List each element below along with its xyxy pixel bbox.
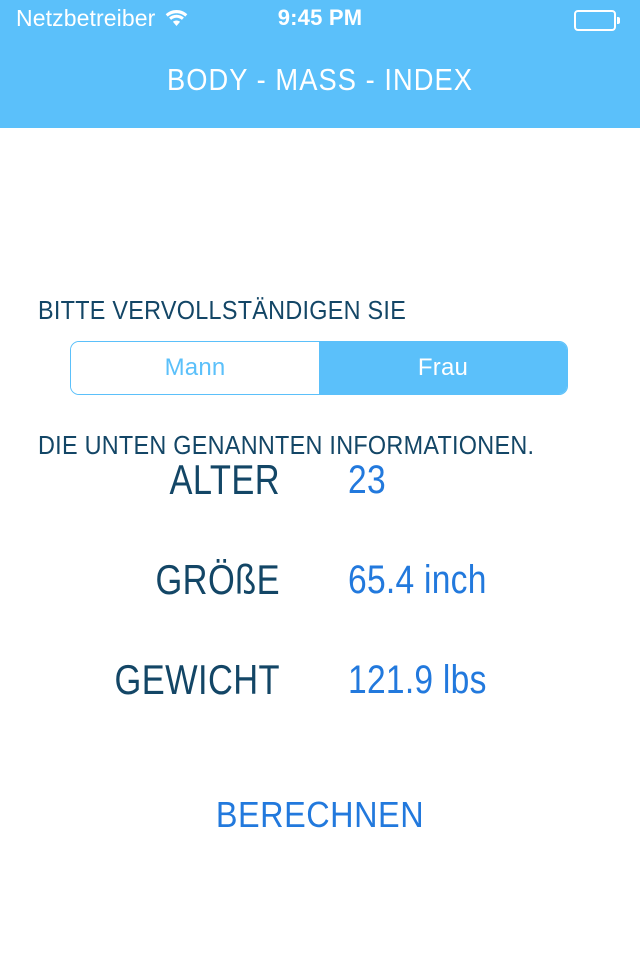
field-value-age[interactable]: 23 xyxy=(348,449,386,511)
status-bar: Netzbetreiber 9:45 PM xyxy=(0,0,640,38)
field-label-age: ALTER xyxy=(169,456,280,503)
field-row-age[interactable]: ALTER 23 xyxy=(0,449,640,511)
field-value-weight[interactable]: 121.9 lbs xyxy=(348,649,487,711)
gender-option-frau[interactable]: Frau xyxy=(319,342,567,394)
field-value-height[interactable]: 65.4 inch xyxy=(348,549,487,611)
battery-icon xyxy=(574,10,620,31)
instructions-line-1: BITTE VERVOLLSTÄNDIGEN SIE xyxy=(38,295,407,325)
calculate-button[interactable]: BERECHNEN xyxy=(32,793,608,837)
field-row-height[interactable]: GRÖßE 65.4 inch xyxy=(0,549,640,611)
battery-body xyxy=(574,10,616,31)
app-header: Netzbetreiber 9:45 PM BODY - MASS - INDE… xyxy=(0,0,640,128)
gender-segmented-control[interactable]: Mann Frau xyxy=(70,341,568,395)
field-row-weight[interactable]: GEWICHT 121.9 lbs xyxy=(0,649,640,711)
gender-option-mann[interactable]: Mann xyxy=(71,342,319,394)
field-label-weight: GEWICHT xyxy=(114,656,280,703)
page-title: BODY - MASS - INDEX xyxy=(166,62,474,97)
status-bar-time: 9:45 PM xyxy=(277,5,363,30)
field-label-height: GRÖßE xyxy=(155,556,280,603)
battery-cap xyxy=(617,17,620,24)
